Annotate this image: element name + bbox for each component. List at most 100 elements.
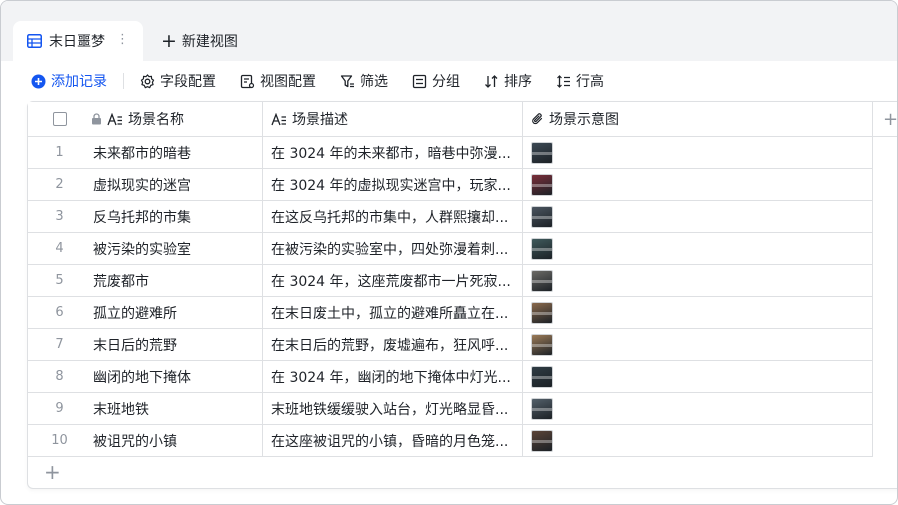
scene-thumbnail[interactable] — [531, 237, 553, 260]
text-field-icon — [107, 112, 123, 126]
column-header-name[interactable]: 场景名称 — [91, 102, 263, 136]
table-row[interactable]: 2 虚拟现实的迷宫 在 3024 年的虚拟现实迷宫中，玩家... — [28, 169, 873, 201]
scene-name-text: 未来都市的暗巷 — [93, 145, 191, 162]
table-row[interactable]: 7 末日后的荒野 在末日后的荒野，废墟遍布，狂风呼... — [28, 329, 873, 361]
scene-desc-cell[interactable]: 在末日后的荒野，废墟遍布，狂风呼... — [263, 329, 523, 360]
attachment-icon — [531, 112, 544, 126]
new-view-label: 新建视图 — [181, 34, 238, 50]
table-row[interactable]: 9 末班地铁 末班地铁缓缓驶入站台，灯光略显昏... — [28, 393, 873, 425]
scene-name-cell[interactable]: 末日后的荒野 — [91, 329, 263, 360]
lock-icon — [91, 113, 102, 125]
table-row[interactable]: 6 孤立的避难所 在末日废土中，孤立的避难所矗立在... — [28, 297, 873, 329]
group-button[interactable]: 分组 — [412, 71, 460, 91]
scene-thumbnail[interactable] — [531, 397, 553, 420]
scene-thumbnail[interactable] — [531, 333, 553, 356]
scene-name-cell[interactable]: 反乌托邦的市集 — [91, 201, 263, 232]
select-all-checkbox[interactable] — [52, 112, 67, 126]
filter-button[interactable]: 筛选 — [340, 71, 388, 91]
scene-name-text: 虚拟现实的迷宫 — [93, 177, 191, 194]
grid-table-icon — [27, 34, 42, 48]
group-label: 分组 — [432, 74, 460, 90]
scene-name-cell[interactable]: 被诅咒的小镇 — [91, 425, 263, 456]
scene-image-cell[interactable] — [523, 137, 873, 168]
scene-thumbnail[interactable] — [531, 205, 553, 228]
scene-name-text: 被诅咒的小镇 — [93, 433, 177, 450]
scene-desc-cell[interactable]: 在被污染的实验室中，四处弥漫着刺... — [263, 233, 523, 264]
scene-image-cell[interactable] — [523, 201, 873, 232]
scene-name-cell[interactable]: 未来都市的暗巷 — [91, 137, 263, 168]
row-height-button[interactable]: 行高 — [556, 71, 604, 91]
scene-desc-cell[interactable]: 在这反乌托邦的市集中，人群熙攘却... — [263, 201, 523, 232]
table-row[interactable]: 1 未来都市的暗巷 在 3024 年的未来都市，暗巷中弥漫... — [28, 137, 873, 169]
scene-thumbnail[interactable] — [531, 141, 553, 164]
scene-desc-text: 在这座被诅咒的小镇，昏暗的月色笼... — [271, 433, 509, 450]
view-config-button[interactable]: 视图配置 — [240, 71, 316, 91]
add-row-button[interactable]: + — [44, 462, 61, 482]
scene-image-cell[interactable] — [523, 169, 873, 200]
select-all-cell[interactable] — [28, 102, 91, 136]
scene-name-cell[interactable]: 末班地铁 — [91, 393, 263, 424]
column-header-name-label: 场景名称 — [128, 112, 184, 128]
column-header-desc[interactable]: 场景描述 — [263, 102, 523, 136]
app-window: 末日噩梦 ⋮ + 新建视图 添加记录 字段配置 视图配置 筛选 分组 排序 行高… — [0, 0, 898, 505]
column-header-desc-label: 场景描述 — [292, 112, 348, 128]
row-index: 10 — [51, 433, 68, 448]
scene-desc-cell[interactable]: 在这座被诅咒的小镇，昏暗的月色笼... — [263, 425, 523, 456]
scene-name-cell[interactable]: 虚拟现实的迷宫 — [91, 169, 263, 200]
scene-name-cell[interactable]: 荒废都市 — [91, 265, 263, 296]
scene-desc-text: 在 3024 年，幽闭的地下掩体中灯光... — [271, 369, 511, 386]
scene-image-cell[interactable] — [523, 361, 873, 392]
table-row[interactable]: 3 反乌托邦的市集 在这反乌托邦的市集中，人群熙攘却... — [28, 201, 873, 233]
scene-desc-text: 末班地铁缓缓驶入站台，灯光略显昏... — [271, 401, 509, 418]
scene-desc-cell[interactable]: 在末日废土中，孤立的避难所矗立在... — [263, 297, 523, 328]
table-row[interactable]: 10 被诅咒的小镇 在这座被诅咒的小镇，昏暗的月色笼... — [28, 425, 873, 457]
scene-name-cell[interactable]: 幽闭的地下掩体 — [91, 361, 263, 392]
scene-desc-text: 在被污染的实验室中，四处弥漫着刺... — [271, 241, 509, 258]
scene-name-text: 被污染的实验室 — [93, 241, 191, 258]
sort-icon — [484, 74, 499, 89]
table-row[interactable]: 5 荒废都市 在 3024 年，这座荒废都市一片死寂... — [28, 265, 873, 297]
scene-image-cell[interactable] — [523, 329, 873, 360]
table-row[interactable]: 4 被污染的实验室 在被污染的实验室中，四处弥漫着刺... — [28, 233, 873, 265]
field-config-button[interactable]: 字段配置 — [140, 71, 216, 91]
scene-thumbnail[interactable] — [531, 429, 553, 452]
scene-desc-text: 在这反乌托邦的市集中，人群熙攘却... — [271, 209, 509, 226]
scene-name-text: 末日后的荒野 — [93, 337, 177, 354]
scene-thumbnail[interactable] — [531, 365, 553, 388]
scene-thumbnail[interactable] — [531, 269, 553, 292]
field-config-label: 字段配置 — [160, 74, 216, 90]
table-row[interactable]: 8 幽闭的地下掩体 在 3024 年，幽闭的地下掩体中灯光... — [28, 361, 873, 393]
row-index: 8 — [55, 369, 64, 384]
plus-icon: + — [161, 30, 177, 52]
scene-desc-cell[interactable]: 在 3024 年的未来都市，暗巷中弥漫... — [263, 137, 523, 168]
scene-desc-cell[interactable]: 末班地铁缓缓驶入站台，灯光略显昏... — [263, 393, 523, 424]
scene-image-cell[interactable] — [523, 233, 873, 264]
new-view-button[interactable]: + 新建视图 — [161, 31, 238, 51]
scene-image-cell[interactable] — [523, 393, 873, 424]
scene-desc-text: 在 3024 年的虚拟现实迷宫中，玩家... — [271, 177, 511, 194]
column-header-image[interactable]: 场景示意图 — [523, 102, 873, 136]
row-index: 1 — [55, 145, 64, 160]
add-field-button[interactable]: + — [873, 102, 897, 136]
scene-name-text: 孤立的避难所 — [93, 305, 177, 322]
scene-image-cell[interactable] — [523, 425, 873, 456]
toolbar-divider — [123, 73, 124, 89]
scene-desc-cell[interactable]: 在 3024 年，幽闭的地下掩体中灯光... — [263, 361, 523, 392]
add-record-label: 添加记录 — [51, 74, 107, 90]
scene-name-text: 幽闭的地下掩体 — [93, 369, 191, 386]
row-index: 3 — [55, 209, 64, 224]
scene-name-cell[interactable]: 孤立的避难所 — [91, 297, 263, 328]
scene-image-cell[interactable] — [523, 265, 873, 296]
view-settings-icon — [240, 74, 255, 89]
add-record-button[interactable]: 添加记录 — [31, 71, 107, 91]
more-vertical-icon[interactable]: ⋮ — [116, 33, 129, 47]
sort-button[interactable]: 排序 — [484, 71, 532, 91]
scene-thumbnail[interactable] — [531, 173, 553, 196]
scene-desc-cell[interactable]: 在 3024 年，这座荒废都市一片死寂... — [263, 265, 523, 296]
tab-active-view[interactable]: 末日噩梦 ⋮ — [13, 21, 143, 61]
scene-image-cell[interactable] — [523, 297, 873, 328]
grid-header-row: 场景名称 场景描述 场景示意图 + — [28, 102, 897, 137]
scene-name-cell[interactable]: 被污染的实验室 — [91, 233, 263, 264]
scene-desc-cell[interactable]: 在 3024 年的虚拟现实迷宫中，玩家... — [263, 169, 523, 200]
scene-thumbnail[interactable] — [531, 301, 553, 324]
